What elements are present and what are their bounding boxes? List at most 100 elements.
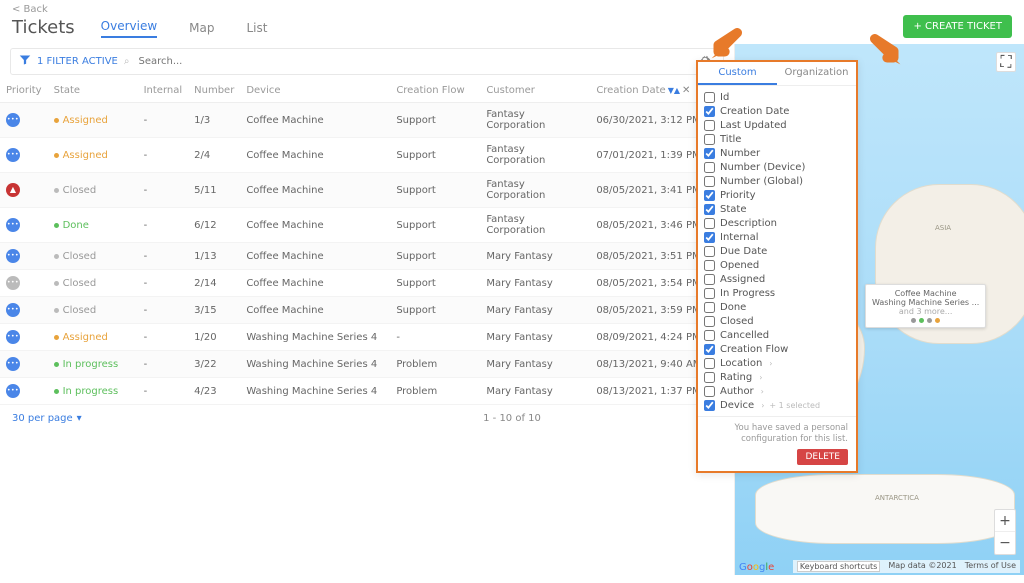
option-checkbox[interactable]: [704, 106, 715, 117]
option-checkbox[interactable]: [704, 148, 715, 159]
zoom-in-button[interactable]: +: [995, 510, 1015, 532]
search-input[interactable]: [135, 53, 687, 70]
col-creation-flow[interactable]: Creation Flow: [390, 79, 480, 103]
option-checkbox[interactable]: [704, 120, 715, 131]
column-option[interactable]: State: [704, 202, 850, 216]
zoom-out-button[interactable]: −: [995, 532, 1015, 554]
customer-cell: Fantasy Corporation: [480, 138, 590, 173]
column-option[interactable]: In Progress: [704, 286, 850, 300]
map-tooltip[interactable]: Coffee Machine Washing Machine Series ..…: [865, 284, 986, 328]
column-option[interactable]: Priority: [704, 188, 850, 202]
column-option[interactable]: Internal: [704, 230, 850, 244]
column-option[interactable]: Creation Date: [704, 104, 850, 118]
pager: 30 per page▾ 1 - 10 of 10: [0, 405, 734, 432]
tooltip-line2: Washing Machine Series ...: [872, 298, 979, 307]
option-label: Done: [720, 302, 746, 313]
column-option[interactable]: Title: [704, 132, 850, 146]
table-row[interactable]: ▲Closed-5/11Coffee MachineSupportFantasy…: [0, 173, 734, 208]
priority-badge: •••: [6, 330, 20, 344]
state-cell: Assigned: [54, 150, 108, 161]
col-number[interactable]: Number: [188, 79, 240, 103]
delete-button[interactable]: DELETE: [797, 449, 848, 465]
number-cell: 1/13: [188, 243, 240, 270]
option-checkbox[interactable]: [704, 274, 715, 285]
option-checkbox[interactable]: [704, 344, 715, 355]
table-row[interactable]: •••Closed-1/13Coffee MachineSupportMary …: [0, 243, 734, 270]
priority-badge: •••: [6, 113, 20, 127]
fullscreen-button[interactable]: ⛶: [996, 52, 1016, 72]
option-checkbox[interactable]: [704, 162, 715, 173]
option-checkbox[interactable]: [704, 316, 715, 327]
option-checkbox[interactable]: [704, 288, 715, 299]
column-option[interactable]: Done: [704, 300, 850, 314]
option-checkbox[interactable]: [704, 358, 715, 369]
tickets-table: Priority State Internal Number Device Cr…: [0, 79, 734, 405]
column-option[interactable]: Number (Global): [704, 174, 850, 188]
column-option[interactable]: Due Date: [704, 244, 850, 258]
back-link[interactable]: < Back: [12, 4, 48, 15]
table-row[interactable]: •••Done-6/12Coffee MachineSupportFantasy…: [0, 208, 734, 243]
col-state[interactable]: State: [48, 79, 138, 103]
column-option[interactable]: Opened: [704, 258, 850, 272]
attr-shortcuts[interactable]: Keyboard shortcuts: [797, 561, 880, 572]
column-option[interactable]: Cancelled: [704, 328, 850, 342]
column-option[interactable]: Number: [704, 146, 850, 160]
internal-cell: -: [138, 351, 189, 378]
state-cell: Closed: [54, 251, 97, 262]
attr-data[interactable]: Map data ©2021: [888, 561, 956, 572]
column-option[interactable]: Closed: [704, 314, 850, 328]
option-checkbox[interactable]: [704, 232, 715, 243]
tab-list[interactable]: List: [246, 21, 267, 38]
number-cell: 3/22: [188, 351, 240, 378]
column-option[interactable]: Last Updated: [704, 118, 850, 132]
table-row[interactable]: •••Assigned-2/4Coffee MachineSupportFant…: [0, 138, 734, 173]
option-label: State: [720, 204, 746, 215]
option-checkbox[interactable]: [704, 302, 715, 313]
state-cell: Closed: [54, 185, 97, 196]
col-priority[interactable]: Priority: [0, 79, 48, 103]
tab-overview[interactable]: Overview: [101, 19, 158, 38]
option-checkbox[interactable]: [704, 204, 715, 215]
state-cell: In progress: [54, 359, 119, 370]
table-row[interactable]: •••Assigned-1/20Washing Machine Series 4…: [0, 324, 734, 351]
option-checkbox[interactable]: [704, 400, 715, 411]
panel-tab-organization[interactable]: Organization: [777, 62, 856, 85]
option-checkbox[interactable]: [704, 260, 715, 271]
col-device[interactable]: Device: [240, 79, 390, 103]
column-option[interactable]: Id: [704, 90, 850, 104]
table-row[interactable]: •••Assigned-1/3Coffee MachineSupportFant…: [0, 103, 734, 138]
column-option[interactable]: Creation Flow: [704, 342, 850, 356]
clear-sort-icon[interactable]: ✕: [682, 85, 690, 96]
option-checkbox[interactable]: [704, 92, 715, 103]
column-option[interactable]: Device›+ 1 selected: [704, 398, 850, 412]
column-option[interactable]: Number (Device): [704, 160, 850, 174]
table-row[interactable]: •••In progress-4/23Washing Machine Serie…: [0, 378, 734, 405]
col-internal[interactable]: Internal: [138, 79, 189, 103]
option-checkbox[interactable]: [704, 134, 715, 145]
option-checkbox[interactable]: [704, 190, 715, 201]
column-option[interactable]: Rating›: [704, 370, 850, 384]
filter-active-label[interactable]: 1 FILTER ACTIVE: [37, 56, 118, 67]
create-ticket-button[interactable]: + CREATE TICKET: [903, 15, 1012, 38]
option-checkbox[interactable]: [704, 330, 715, 341]
option-label: Assigned: [720, 274, 765, 285]
internal-cell: -: [138, 270, 189, 297]
per-page-select[interactable]: 30 per page▾: [12, 413, 82, 424]
option-checkbox[interactable]: [704, 246, 715, 257]
state-cell: Closed: [54, 305, 97, 316]
column-option[interactable]: Assigned: [704, 272, 850, 286]
option-checkbox[interactable]: [704, 176, 715, 187]
filter-icon[interactable]: [19, 54, 31, 69]
table-row[interactable]: •••In progress-3/22Washing Machine Serie…: [0, 351, 734, 378]
column-option[interactable]: Location›: [704, 356, 850, 370]
table-row[interactable]: •••Closed-3/15Coffee MachineSupportMary …: [0, 297, 734, 324]
tab-map[interactable]: Map: [189, 21, 214, 38]
option-checkbox[interactable]: [704, 218, 715, 229]
option-checkbox[interactable]: [704, 372, 715, 383]
attr-terms[interactable]: Terms of Use: [965, 561, 1016, 572]
table-row[interactable]: •••Closed-2/14Coffee MachineSupportMary …: [0, 270, 734, 297]
column-option[interactable]: Author›: [704, 384, 850, 398]
option-checkbox[interactable]: [704, 386, 715, 397]
column-option[interactable]: Description: [704, 216, 850, 230]
col-customer[interactable]: Customer: [480, 79, 590, 103]
